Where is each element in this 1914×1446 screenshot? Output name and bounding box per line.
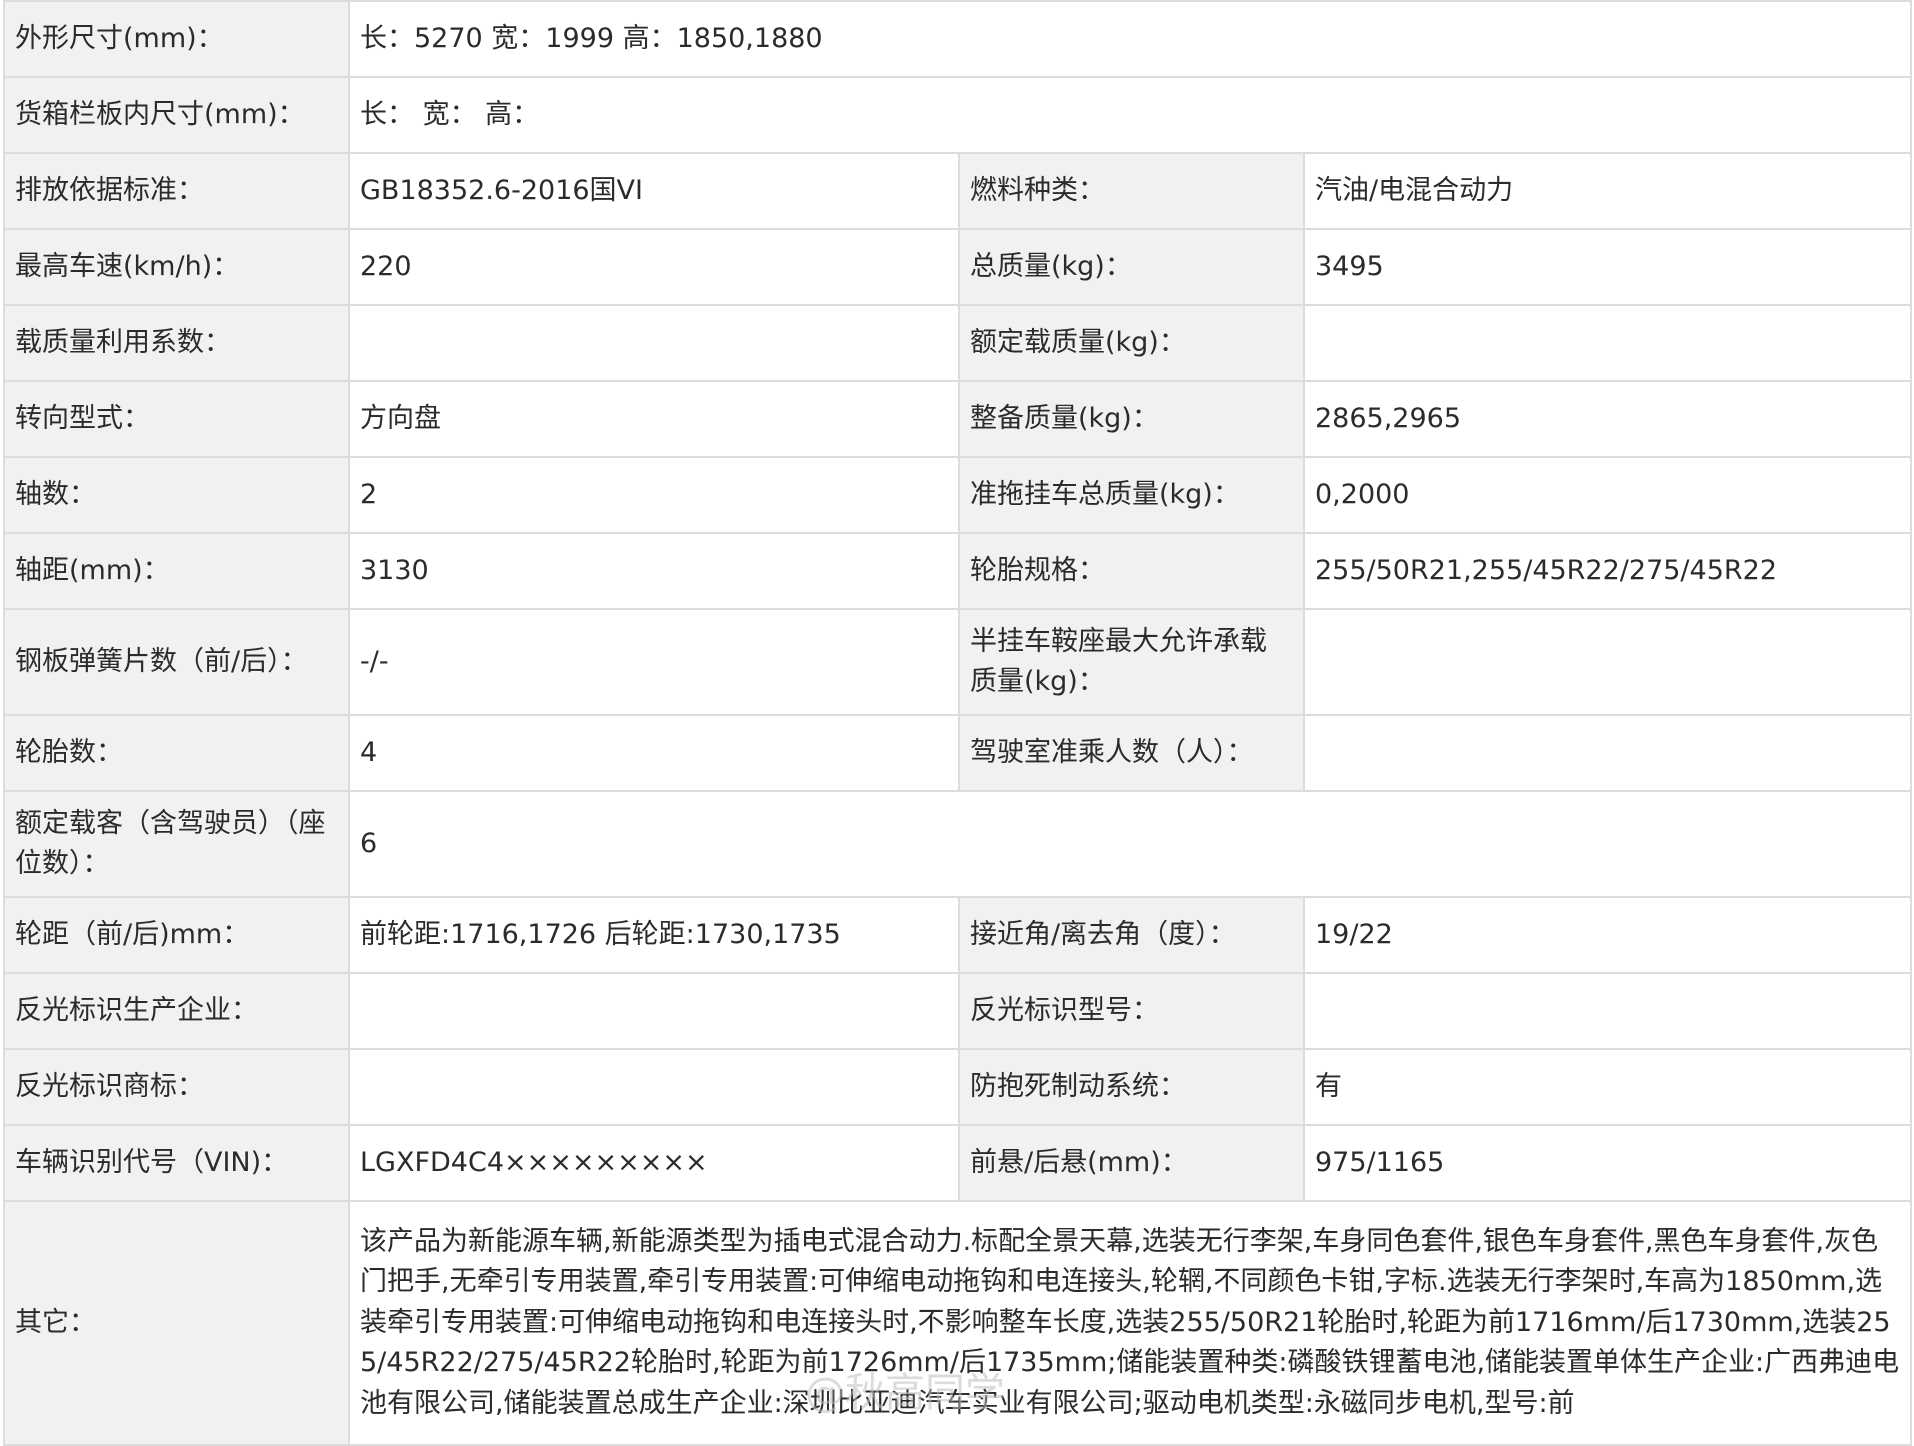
steering-label: 转向型式： [3,380,350,458]
table-row: 最高车速(km/h)： 220 总质量(kg)： 3495 [3,228,1913,306]
max-speed-label: 最高车速(km/h)： [3,228,350,306]
other-value: 该产品为新能源车辆,新能源类型为插电式混合动力.标配全景天幕,选装无行李架,车身… [347,1200,1913,1446]
tires-label: 轮胎数： [3,714,350,792]
cab-occupants-label: 驾驶室准乘人数（人）： [958,714,1305,792]
passengers-label: 额定载客（含驾驶员）（座位数）： [3,790,350,898]
track-value: 前轮距:1716,1726 后轮距:1730,1735 [348,896,960,974]
total-mass-value: 3495 [1302,228,1913,306]
passengers-value: 6 [347,790,1913,898]
table-row: 排放依据标准： GB18352.6-2016国VI 燃料种类： 汽油/电混合动力 [3,152,1913,230]
cab-occupants-value [1302,714,1913,792]
saddle-load-label: 半挂车鞍座最大允许承载质量(kg)： [958,608,1305,716]
load-coef-label: 载质量利用系数： [3,304,350,382]
axles-value: 2 [348,456,960,534]
curb-mass-label: 整备质量(kg)： [958,380,1305,458]
tire-spec-value: 255/50R21,255/45R22/275/45R22 [1302,532,1913,610]
spec-sheet: 外形尺寸(mm)： 长：5270 宽：1999 高：1850,1880 货箱栏板… [0,0,1914,1446]
cargo-box-label: 货箱栏板内尺寸(mm)： [3,76,350,154]
fuel-type-label: 燃料种类： [958,152,1305,230]
abs-value: 有 [1302,1048,1913,1126]
table-row: 额定载客（含驾驶员）（座位数）： 6 [3,790,1913,898]
emission-label: 排放依据标准： [3,152,350,230]
vin-value: LGXFD4C4××××××××× [348,1124,960,1202]
total-mass-label: 总质量(kg)： [958,228,1305,306]
rated-load-label: 额定载质量(kg)： [958,304,1305,382]
wheelbase-label: 轴距(mm)： [3,532,350,610]
table-row: 轮胎数： 4 驾驶室准乘人数（人）： [3,714,1913,792]
table-row: 轴数： 2 准拖挂车总质量(kg)： 0,2000 [3,456,1913,534]
trailer-mass-label: 准拖挂车总质量(kg)： [958,456,1305,534]
approach-angle-value: 19/22 [1302,896,1913,974]
axles-label: 轴数： [3,456,350,534]
curb-mass-value: 2865,2965 [1302,380,1913,458]
table-row: 反光标识商标： 防抱死制动系统： 有 [3,1048,1913,1126]
table-row: 货箱栏板内尺寸(mm)： 长： 宽： 高： [3,76,1913,154]
table-row: 外形尺寸(mm)： 长：5270 宽：1999 高：1850,1880 [3,0,1913,78]
load-coef-value [348,304,960,382]
approach-angle-label: 接近角/离去角（度）： [958,896,1305,974]
tire-spec-label: 轮胎规格： [958,532,1305,610]
abs-label: 防抱死制动系统： [958,1048,1305,1126]
dimensions-value: 长：5270 宽：1999 高：1850,1880 [347,0,1913,78]
reflector-maker-label: 反光标识生产企业： [3,972,350,1050]
overhang-value: 975/1165 [1302,1124,1913,1202]
table-row: 转向型式： 方向盘 整备质量(kg)： 2865,2965 [3,380,1913,458]
emission-value: GB18352.6-2016国VI [348,152,960,230]
table-row: 轴距(mm)： 3130 轮胎规格： 255/50R21,255/45R22/2… [3,532,1913,610]
other-label: 其它： [3,1200,350,1446]
table-row: 钢板弹簧片数（前/后）： -/- 半挂车鞍座最大允许承载质量(kg)： [3,608,1913,716]
reflector-maker-value [348,972,960,1050]
dimensions-label: 外形尺寸(mm)： [3,0,350,78]
tires-value: 4 [348,714,960,792]
reflector-model-label: 反光标识型号： [958,972,1305,1050]
spec-table: 外形尺寸(mm)： 长：5270 宽：1999 高：1850,1880 货箱栏板… [3,0,1913,1446]
overhang-label: 前悬/后悬(mm)： [958,1124,1305,1202]
cargo-box-value: 长： 宽： 高： [347,76,1913,154]
wheelbase-value: 3130 [348,532,960,610]
leaf-springs-value: -/- [348,608,960,716]
table-row: 反光标识生产企业： 反光标识型号： [3,972,1913,1050]
table-row: 轮距（前/后)mm： 前轮距:1716,1726 后轮距:1730,1735 接… [3,896,1913,974]
steering-value: 方向盘 [348,380,960,458]
max-speed-value: 220 [348,228,960,306]
reflector-model-value [1302,972,1913,1050]
reflector-brand-value [348,1048,960,1126]
saddle-load-value [1302,608,1913,716]
table-row: 其它： 该产品为新能源车辆,新能源类型为插电式混合动力.标配全景天幕,选装无行李… [3,1200,1913,1446]
leaf-springs-label: 钢板弹簧片数（前/后）： [3,608,350,716]
table-row: 载质量利用系数： 额定载质量(kg)： [3,304,1913,382]
vin-label: 车辆识别代号（VIN)： [3,1124,350,1202]
trailer-mass-value: 0,2000 [1302,456,1913,534]
track-label: 轮距（前/后)mm： [3,896,350,974]
rated-load-value [1302,304,1913,382]
table-row: 车辆识别代号（VIN)： LGXFD4C4××××××××× 前悬/后悬(mm)… [3,1124,1913,1202]
fuel-type-value: 汽油/电混合动力 [1302,152,1913,230]
reflector-brand-label: 反光标识商标： [3,1048,350,1126]
